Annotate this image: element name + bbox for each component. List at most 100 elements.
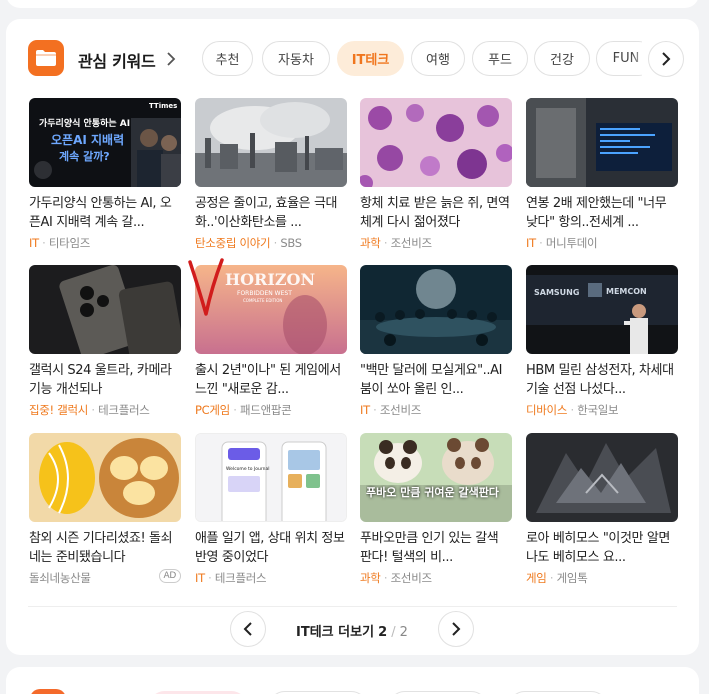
article-category[interactable]: 게임: [526, 571, 547, 585]
article-category[interactable]: IT: [29, 236, 39, 250]
article-card[interactable]: 갤럭시 S24 울트라, 카메라 기능 개선되나 집중! 갤럭시 · 테크플러스: [29, 265, 181, 418]
article-card[interactable]: Welcome to Journal 애플 일기 앱, 상대 위치 정보 반영 …: [195, 433, 347, 586]
section-title[interactable]: 관심 키워드: [78, 48, 156, 72]
article-source: 테크플러스: [98, 403, 150, 417]
chevron-right-icon[interactable]: [166, 51, 176, 70]
article-meta: 돌쇠네농산물 AD: [29, 569, 181, 586]
ad-badge: AD: [158, 569, 181, 583]
keyword-header: 관심 키워드 추천 자동차 IT테크 여행 푸드 건강 FUN: [28, 39, 684, 79]
article-title[interactable]: 공정은 줄이고, 효율은 극대화..'이산화탄소를 ...: [195, 194, 347, 232]
article-thumbnail[interactable]: HORIZON FORBIDDEN WEST COMPLETE EDITION: [195, 265, 347, 354]
article-source: 돌쇠네농산물: [29, 571, 91, 585]
article-title[interactable]: 연봉 2배 제안했는데 "너무 낮다" 항의..전세계 ...: [526, 194, 678, 232]
keyword-card: 관심 키워드 추천 자동차 IT테크 여행 푸드 건강 FUN TTimes 가…: [6, 19, 699, 655]
pager: IT테크 더보기 2/2: [6, 609, 699, 653]
article-thumbnail[interactable]: [360, 265, 512, 354]
article-card[interactable]: "백만 달러에 모실게요"..AI 붐이 쏘아 올린 인... IT · 조선비…: [360, 265, 512, 418]
next-card: [6, 667, 699, 694]
article-thumbnail[interactable]: [29, 433, 181, 522]
article-card[interactable]: 항체 치료 받은 늙은 쥐, 면역체계 다시 젊어졌다 과학 · 조선비즈: [360, 98, 512, 251]
chip-fun[interactable]: FUN: [596, 41, 642, 76]
keyword-chips: 추천 자동차 IT테크 여행 푸드 건강 FUN: [202, 41, 642, 77]
article-category[interactable]: IT: [360, 403, 370, 417]
article-source: 머니투데이: [545, 236, 598, 250]
article-title[interactable]: HBM 밀린 삼성전자, 차세대 기술 선점 나섰다...: [526, 361, 678, 399]
article-title[interactable]: 가두리양식 안통하는 AI, 오픈AI 지배력 계속 갈...: [29, 194, 181, 232]
article-thumbnail[interactable]: 푸바오 만큼 귀여운 갈색판다: [360, 433, 512, 522]
article-thumbnail[interactable]: TTimes 가두리양식 안통하는 AI 오픈AI 지배력 계속 갈까?: [29, 98, 181, 187]
chevron-left-icon: [243, 622, 252, 636]
chip-health[interactable]: 건강: [534, 41, 590, 76]
article-category[interactable]: 과학: [360, 236, 381, 250]
article-card[interactable]: 연봉 2배 제안했는데 "너무 낮다" 항의..전세계 ... IT · 머니투…: [526, 98, 678, 251]
article-category[interactable]: 디바이스: [526, 403, 567, 417]
article-source: 테크플러스: [214, 571, 267, 585]
article-category[interactable]: 집중! 갤럭시: [29, 403, 88, 417]
article-category[interactable]: IT: [195, 571, 205, 585]
thumb-subtitle: FORBIDDEN WEST: [237, 290, 292, 297]
article-card[interactable]: 참외 시즌 기다리셨죠! 돌쇠네는 준비됐습니다 돌쇠네농산물 AD: [29, 433, 181, 586]
thumb-subtitle: MEMCON: [606, 287, 647, 296]
article-card[interactable]: 공정은 줄이고, 효율은 극대화..'이산화탄소를 ... 탄소중립 이야기 ·…: [195, 98, 347, 251]
pager-next-button[interactable]: [438, 611, 474, 647]
article-card[interactable]: TTimes 가두리양식 안통하는 AI 오픈AI 지배력 계속 갈까? 가두리…: [29, 98, 181, 251]
article-thumbnail[interactable]: SAMSUNG MEMCON: [526, 265, 678, 354]
article-title[interactable]: 참외 시즌 기다리셨죠! 돌쇠네는 준비됐습니다: [29, 529, 181, 567]
article-card[interactable]: HORIZON FORBIDDEN WEST COMPLETE EDITION …: [195, 265, 347, 418]
chevron-right-icon: [662, 52, 671, 66]
article-source: SBS: [280, 236, 302, 250]
chip-food[interactable]: 푸드: [472, 41, 528, 76]
article-thumbnail[interactable]: [526, 98, 678, 187]
pager-prev-button[interactable]: [230, 611, 266, 647]
article-source: 패드앤팝콘: [240, 403, 292, 417]
pager-current: 2: [378, 625, 388, 640]
article-title[interactable]: "백만 달러에 모실게요"..AI 붐이 쏘아 올린 인...: [360, 361, 512, 399]
article-title[interactable]: 애플 일기 앱, 상대 위치 정보 반영 중이었다: [195, 529, 347, 567]
article-category[interactable]: PC게임: [195, 403, 230, 417]
pager-total: 2: [399, 625, 408, 640]
pager-label[interactable]: IT테크 더보기 2/2: [296, 621, 408, 640]
pager-separator: /: [391, 625, 396, 640]
article-card[interactable]: 푸바오 만큼 귀여운 갈색판다 푸바오만큼 인기 있는 갈색 판다! 털색의 비…: [360, 433, 512, 586]
svg-text:가두리양식 안통하는 AI: 가두리양식 안통하는 AI: [39, 117, 130, 129]
article-meta: IT · 테크플러스: [195, 571, 267, 585]
chip-it-tech[interactable]: IT테크: [337, 41, 404, 76]
article-meta: 게임 · 게임톡: [526, 571, 588, 585]
folder-icon: [28, 40, 64, 76]
thumb-title: 푸바오 만큼 귀여운 갈색판다: [366, 486, 499, 499]
article-thumbnail[interactable]: [360, 98, 512, 187]
thumb-title: Welcome to Journal: [226, 466, 270, 472]
article-meta: 과학 · 조선비즈: [360, 571, 432, 585]
article-source: 티타임즈: [48, 236, 91, 250]
chip-travel[interactable]: 여행: [411, 41, 465, 76]
article-thumbnail[interactable]: [526, 433, 678, 522]
chip-car[interactable]: 자동차: [262, 41, 330, 76]
article-meta: 집중! 갤럭시 · 테크플러스: [29, 403, 150, 417]
article-thumbnail[interactable]: [195, 98, 347, 187]
article-category[interactable]: 과학: [360, 571, 381, 585]
article-category[interactable]: 탄소중립 이야기: [195, 236, 271, 250]
chip-next-button[interactable]: [648, 41, 684, 77]
article-meta: 과학 · 조선비즈: [360, 236, 432, 250]
article-meta: 탄소중립 이야기 · SBS: [195, 236, 302, 250]
article-card[interactable]: SAMSUNG MEMCON HBM 밀린 삼성전자, 차세대 기술 선점 나섰…: [526, 265, 678, 418]
chip-recommend[interactable]: 추천: [202, 41, 253, 76]
divider: [28, 606, 677, 607]
svg-text:계속 갈까?: 계속 갈까?: [59, 149, 110, 163]
article-title[interactable]: 갤럭시 S24 울트라, 카메라 기능 개선되나: [29, 361, 181, 399]
article-thumbnail[interactable]: [29, 265, 181, 354]
article-meta: IT · 티타임즈: [29, 236, 91, 250]
previous-card: [6, 0, 699, 8]
article-source: 조선비즈: [390, 571, 432, 585]
article-source: 한국일보: [577, 403, 619, 417]
article-meta: IT · 머니투데이: [526, 236, 598, 250]
article-title[interactable]: 푸바오만큼 인기 있는 갈색 판다! 털색의 비...: [360, 529, 512, 567]
pager-more-label[interactable]: IT테크 더보기: [296, 625, 374, 640]
article-title[interactable]: 로아 베히모스 "이것만 알면 나도 베히모스 요...: [526, 529, 678, 567]
next-section-icon: [30, 689, 66, 694]
article-title[interactable]: 출시 2년"이나" 된 게임에서 느낀 "새로운 감...: [195, 361, 347, 399]
article-category[interactable]: IT: [526, 236, 536, 250]
article-thumbnail[interactable]: Welcome to Journal: [195, 433, 347, 522]
article-card[interactable]: 로아 베히모스 "이것만 알면 나도 베히모스 요... 게임 · 게임톡: [526, 433, 678, 586]
article-title[interactable]: 항체 치료 받은 늙은 쥐, 면역체계 다시 젊어졌다: [360, 194, 512, 232]
